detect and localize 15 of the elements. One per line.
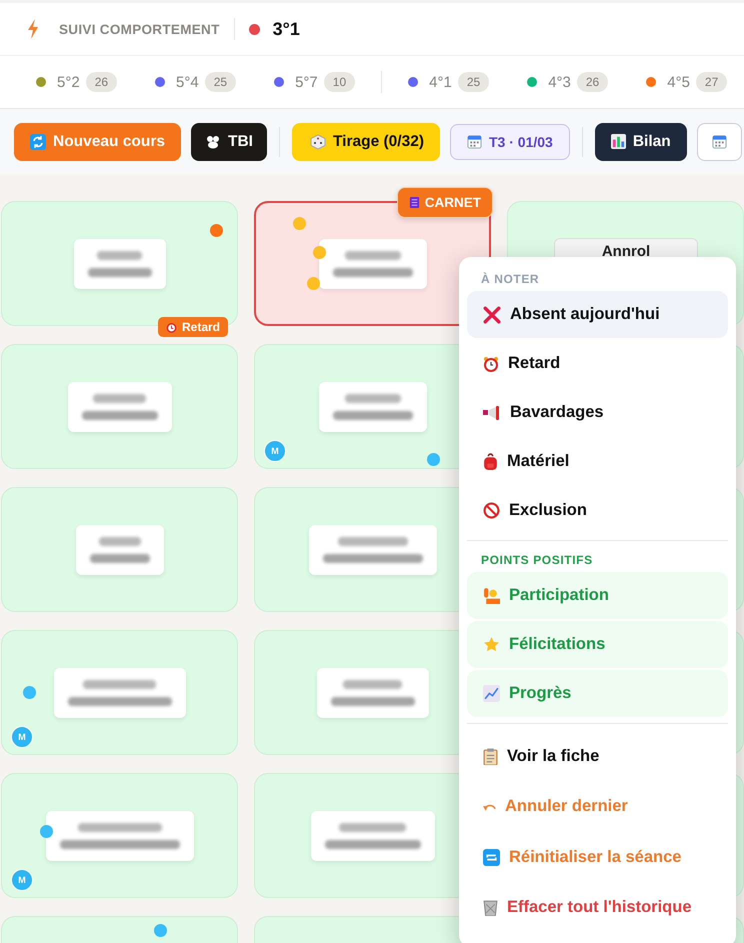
menu-heading: POINTS POSITIFS <box>480 552 594 569</box>
notebook-tag: CARNET <box>396 187 493 218</box>
student-count: 10 <box>324 72 356 92</box>
student-count: 26 <box>576 72 608 92</box>
student-count: 27 <box>696 72 728 92</box>
badge: M <box>11 869 33 891</box>
badge: M <box>11 726 33 748</box>
menu-heading: À NOTER <box>480 271 540 288</box>
current-class: 3°1 <box>272 18 300 40</box>
late-tag: Retard <box>158 317 228 337</box>
student-count: 26 <box>86 72 118 92</box>
app-title: SUIVI COMPORTEMENT <box>59 22 220 36</box>
badge: M <box>264 440 286 462</box>
student-count: 25 <box>204 72 236 92</box>
student-count: 25 <box>458 72 490 92</box>
